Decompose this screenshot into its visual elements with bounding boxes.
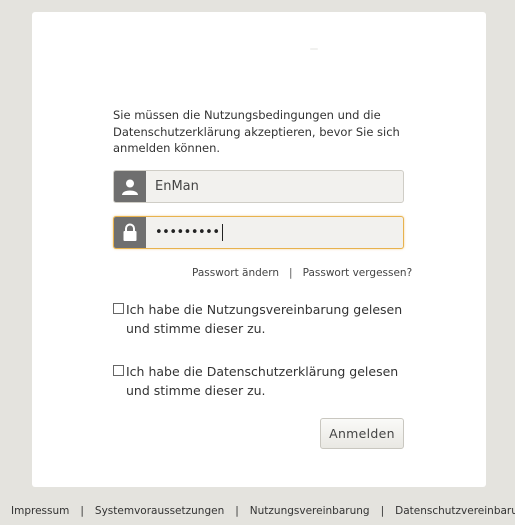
privacy-consent: Ich habe die Datenschutzerklärung gelese… [113,362,403,400]
footer-link-impressum[interactable]: Impressum [11,505,69,517]
footer-links: Impressum | Systemvoraussetzungen | Nutzungs… [11,505,515,517]
link-separator: | [289,267,293,279]
terms-label-line2: und stimme dieser zu. [126,321,266,336]
password-field[interactable]: ••••••••• [113,216,404,249]
username-field[interactable]: EnMan [113,170,404,203]
terms-label: Ich habe die Nutzungsvereinbarung gelese… [113,300,403,338]
user-icon [114,171,146,202]
forgot-password-link[interactable]: Passwort vergessen? [303,267,413,279]
login-button[interactable]: Anmelden [320,418,404,449]
privacy-checkbox[interactable] [113,365,124,376]
terms-label-line1: Ich habe die Nutzungsvereinbarung gelese… [126,302,403,317]
footer-link-system-requirements[interactable]: Systemvoraussetzungen [95,505,224,517]
footer-separator: | [380,505,385,517]
consent-notice: Sie müssen die Nutzungsbedingungen und d… [113,108,400,155]
terms-checkbox[interactable] [113,303,124,314]
footer-link-privacy[interactable]: Datenschutzvereinbarung [395,505,515,517]
text-caret [221,224,223,241]
change-password-link[interactable]: Passwort ändern [192,267,279,279]
username-value[interactable]: EnMan [146,171,403,202]
lock-icon [114,217,146,248]
password-value[interactable]: ••••••••• [146,217,403,248]
terms-consent: Ich habe die Nutzungsvereinbarung gelese… [113,300,403,338]
footer-link-terms[interactable]: Nutzungsvereinbarung [250,505,370,517]
privacy-label-line2: und stimme dieser zu. [126,383,266,398]
privacy-label: Ich habe die Datenschutzerklärung gelese… [113,362,403,400]
logo [310,48,318,50]
footer-separator: | [235,505,239,517]
login-card [32,12,486,487]
password-links: Passwort ändern | Passwort vergessen? [192,267,412,279]
privacy-label-line1: Ich habe die Datenschutzerklärung gelese… [126,364,399,379]
footer-separator: | [80,505,84,517]
password-dots: ••••••••• [155,225,220,240]
